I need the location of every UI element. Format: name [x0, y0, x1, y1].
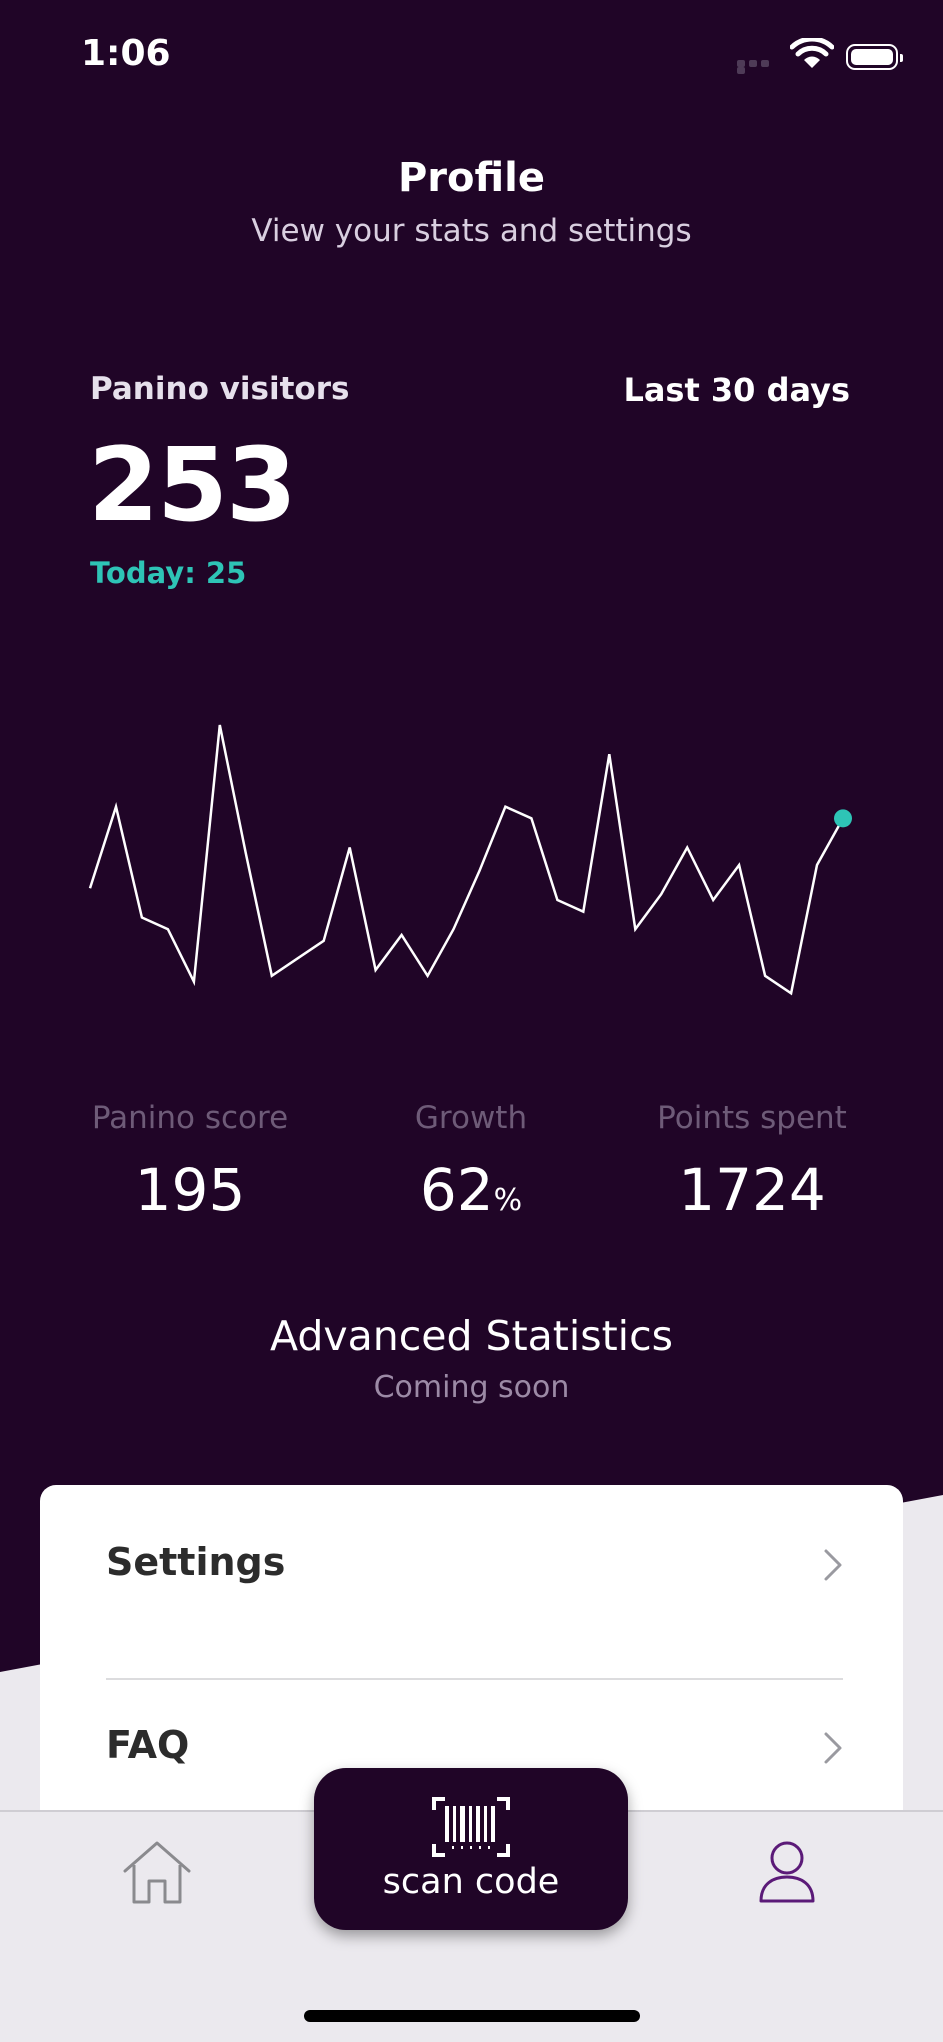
visitors-series-line [88, 724, 845, 996]
advanced-statistics-subtitle: Coming soon [373, 1370, 570, 1405]
status-bar: 1:06 [0, 0, 943, 115]
visitors-label: Panino visitors [90, 371, 350, 407]
stat-label: Panino score [91, 1100, 289, 1136]
stat-label: Growth [414, 1100, 528, 1136]
stat-panino-score: Panino score 195 [40, 1100, 340, 1224]
stat-number: 62 [419, 1156, 494, 1224]
profile-icon[interactable] [757, 1839, 817, 1905]
advanced-statistics-title: Advanced Statistics [270, 1312, 673, 1360]
scan-code-button[interactable]: scan code [314, 1768, 628, 1930]
scan-code-label: scan code [382, 1862, 560, 1902]
stat-value: 62% [321, 1156, 621, 1224]
today-count: Today: 25 [90, 556, 247, 590]
visitors-line-chart [88, 724, 852, 996]
page-title: Profile [397, 155, 545, 201]
barcode-icon [432, 1797, 510, 1857]
stat-value: 1724 [602, 1156, 902, 1224]
latest-data-point [834, 809, 852, 828]
cellular-signal-icon [737, 60, 781, 74]
stat-number: 195 [134, 1156, 246, 1224]
stat-label: Points spent [657, 1100, 847, 1136]
stat-number: 1724 [678, 1156, 826, 1224]
battery-icon [846, 44, 903, 70]
stat-unit: % [493, 1183, 523, 1218]
settings-label: Settings [106, 1540, 286, 1584]
stat-value: 195 [40, 1156, 340, 1224]
stat-growth: Growth 62% [321, 1100, 621, 1224]
page-subtitle: View your stats and settings [251, 213, 692, 249]
settings-row[interactable]: Settings [106, 1485, 843, 1665]
settings-card: Settings FAQ [40, 1485, 903, 1810]
date-range-selector[interactable]: Last 30 days [623, 371, 850, 409]
home-indicator [304, 2010, 640, 2022]
chevron-right-icon [824, 1549, 842, 1581]
faq-label: FAQ [106, 1723, 190, 1767]
status-time: 1:06 [81, 33, 171, 74]
chevron-right-icon [824, 1732, 842, 1764]
stat-points-spent: Points spent 1724 [602, 1100, 902, 1224]
home-icon[interactable] [120, 1839, 194, 1905]
visitors-count: 253 [88, 426, 297, 545]
wifi-icon [790, 38, 834, 68]
